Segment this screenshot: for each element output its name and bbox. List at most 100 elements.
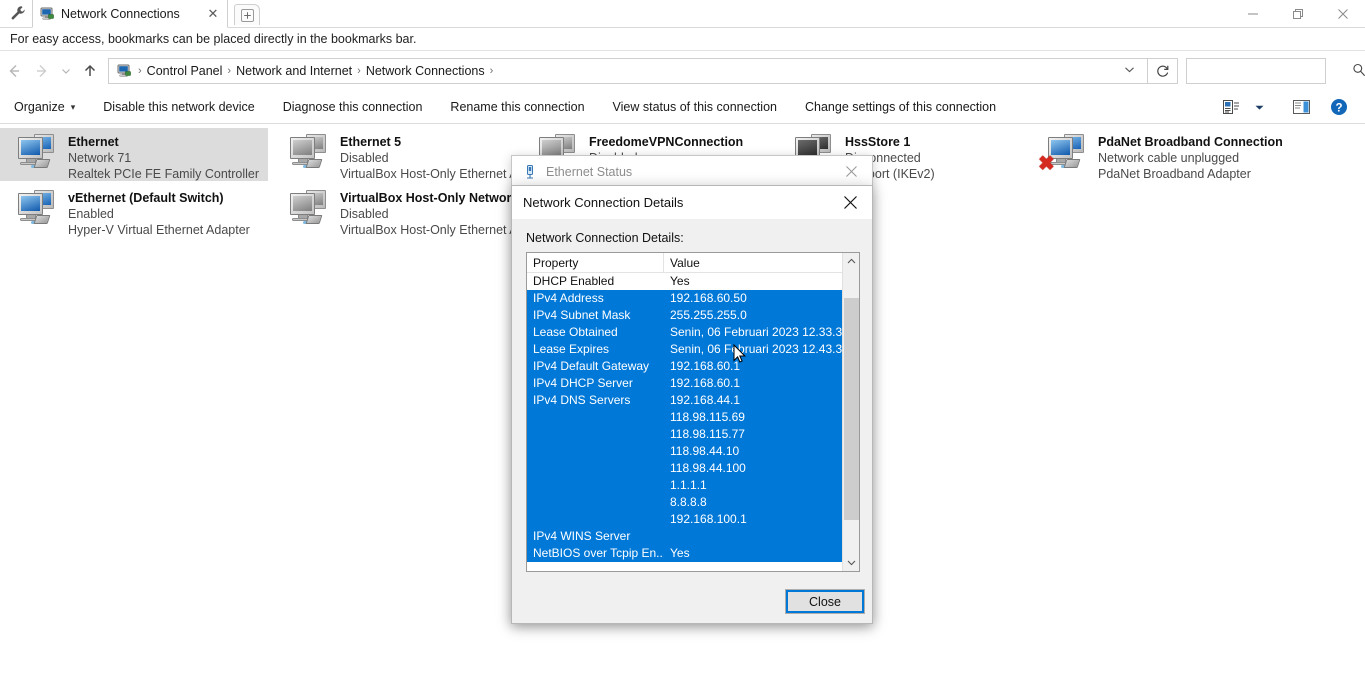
breadcrumb-item-network-and-internet[interactable]: Network and Internet [232,64,356,78]
table-row[interactable]: 192.168.100.1 [527,511,842,528]
table-row[interactable]: 118.98.44.10 [527,443,842,460]
view-layout-icon[interactable] [1217,94,1245,120]
table-row[interactable]: IPv4 Default Gateway 192.168.60.1 [527,358,842,375]
connection-name: Ethernet [68,135,119,149]
help-icon[interactable]: ? [1325,94,1353,120]
table-row[interactable]: 118.98.115.77 [527,426,842,443]
details-scrollbar[interactable] [842,253,859,571]
close-icon[interactable] [1320,0,1365,28]
connection-status: Disabled [340,207,389,221]
back-button[interactable] [0,57,28,85]
row-property: NetBIOS over Tcpip En... [533,546,664,560]
chevron-down-icon[interactable] [1245,94,1273,120]
network-adapter-icon [14,132,62,176]
row-property: IPv4 Subnet Mask [533,308,631,322]
search-input[interactable] [1193,63,1352,79]
recent-locations-button[interactable] [56,57,76,85]
table-row[interactable]: IPv4 WINS Server [527,528,842,545]
row-value: 192.168.60.1 [670,359,741,373]
row-value: 255.255.255.0 [670,308,747,322]
row-value: Senin, 06 Februari 2023 12.43.38 [670,342,842,356]
row-property: IPv4 Address [533,291,604,305]
connection-name: vEthernet (Default Switch) [68,191,224,205]
preview-pane-icon[interactable] [1287,94,1315,120]
network-adapter-icon [14,188,62,232]
table-row[interactable]: Lease Expires Senin, 06 Februari 2023 12… [527,341,842,358]
forward-button[interactable] [28,57,56,85]
command-rename[interactable]: Rename this connection [436,93,598,121]
row-value: 118.98.44.100 [670,461,746,475]
wrench-icon[interactable] [8,5,28,23]
row-value: 118.98.115.69 [670,410,745,424]
connection-tile-ethernet-5[interactable]: Ethernet 5 Disabled VirtualBox Host-Only… [272,128,540,181]
connection-tile-pdanet-broadband-connection[interactable]: ✖ PdaNet Broadband Connection Network ca… [1030,128,1365,181]
network-connection-details-dialog[interactable]: Network Connection Details Network Conne… [511,185,873,624]
column-header-property[interactable]: Property [527,253,664,273]
row-property: Lease Expires [533,342,610,356]
table-row[interactable]: 8.8.8.8 [527,494,842,511]
breadcrumb-item-network-connections[interactable]: Network Connections [362,64,489,78]
row-property: Lease Obtained [533,325,618,339]
table-row[interactable]: IPv4 Subnet Mask 255.255.255.0 [527,307,842,324]
refresh-button[interactable] [1148,58,1178,84]
command-diagnose-label: Diagnose this connection [282,100,423,114]
command-rename-label: Rename this connection [450,100,585,114]
command-organize[interactable]: Organize ▾ [0,93,89,121]
column-header-value[interactable]: Value [664,253,842,273]
table-row[interactable]: 1.1.1.1 [527,477,842,494]
close-icon[interactable]: ✕ [205,6,221,22]
breadcrumb-separator: › [489,65,494,77]
browser-tab[interactable]: Network Connections ✕ [32,0,228,28]
minimize-icon[interactable] [1230,0,1275,28]
network-adapter-icon [286,188,334,232]
close-icon[interactable] [828,186,872,219]
connection-tile-virtualbox-host-only-network[interactable]: VirtualBox Host-Only Network Disabled Vi… [272,184,540,237]
command-diagnose[interactable]: Diagnose this connection [269,93,437,121]
scrollbar-thumb[interactable] [844,298,859,520]
row-value: Yes [670,546,690,560]
table-row[interactable]: IPv4 DNS Servers 192.168.44.1 [527,392,842,409]
table-row[interactable]: NetBIOS over Tcpip En... Yes [527,545,842,562]
row-value: 192.168.60.50 [670,291,747,305]
search-icon[interactable] [1352,63,1365,80]
chevron-up-icon[interactable] [843,253,859,270]
row-value: 8.8.8.8 [670,495,707,509]
command-bar: Organize ▾ Disable this network device D… [0,91,1365,124]
command-change-settings[interactable]: Change settings of this connection [791,93,1010,121]
connection-status: Disabled [340,151,389,165]
table-row[interactable]: 118.98.44.100 [527,460,842,477]
details-listview[interactable]: Property Value DHCP Enabled Yes IPv4 Add… [526,252,860,572]
new-tab-button[interactable] [234,4,260,25]
details-column-header[interactable]: Property Value [527,253,842,273]
table-row[interactable]: Lease Obtained Senin, 06 Februari 2023 1… [527,324,842,341]
row-property: IPv4 Default Gateway [533,359,650,373]
table-row[interactable]: 118.98.115.69 [527,409,842,426]
chevron-down-icon[interactable] [1116,64,1143,78]
explorer-address-bar: › Control Panel › Network and Internet ›… [0,51,1365,91]
maximize-icon[interactable] [1275,0,1320,28]
connection-tile-ethernet[interactable]: Ethernet Network 71 Realtek PCIe FE Fami… [0,128,268,181]
chevron-down-icon[interactable] [843,554,859,571]
network-connections-icon [116,63,132,79]
table-row[interactable]: IPv4 Address 192.168.60.50 [527,290,842,307]
details-content: Network Connection Details: Property Val… [512,219,872,623]
breadcrumb-item-control-panel[interactable]: Control Panel [143,64,227,78]
command-disable-device[interactable]: Disable this network device [89,93,268,121]
details-titlebar: Network Connection Details [512,186,872,219]
close-icon[interactable] [830,156,872,187]
table-row[interactable]: IPv4 DHCP Server 192.168.60.1 [527,375,842,392]
row-value: 192.168.44.1 [670,393,741,407]
command-view-status[interactable]: View status of this connection [599,93,791,121]
up-button[interactable] [76,57,104,85]
row-property: IPv4 WINS Server [533,529,631,543]
error-icon: ✖ [1038,153,1055,175]
bookmarks-bar-message: For easy access, bookmarks can be placed… [10,32,417,46]
breadcrumb[interactable]: › Control Panel › Network and Internet ›… [108,58,1148,84]
connection-tile-vethernet-default-switch[interactable]: vEthernet (Default Switch) Enabled Hyper… [0,184,268,237]
row-property: DHCP Enabled [533,274,615,288]
row-value: 192.168.100.1 [670,512,747,526]
table-row[interactable]: DHCP Enabled Yes [527,273,842,290]
search-box[interactable] [1186,58,1365,84]
svg-text:?: ? [1335,102,1342,114]
close-button[interactable]: Close [785,589,865,614]
